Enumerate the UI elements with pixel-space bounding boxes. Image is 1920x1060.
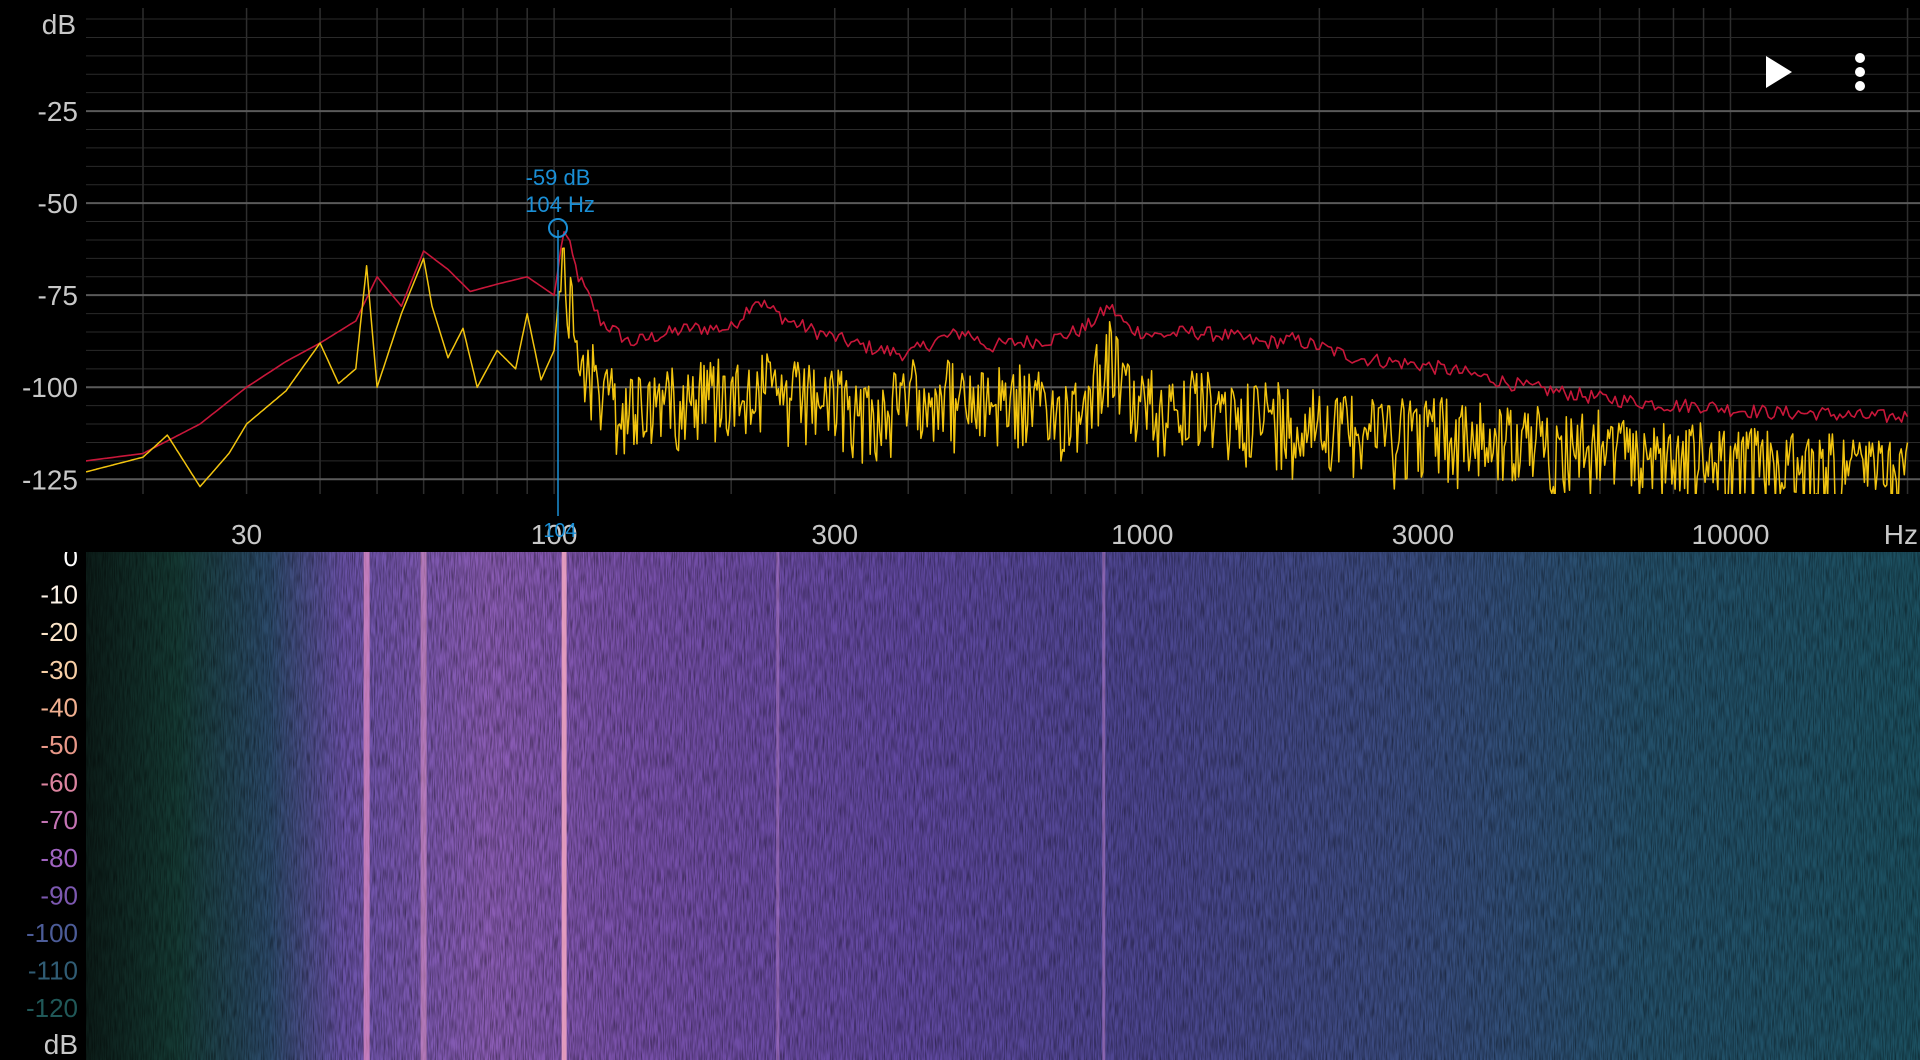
x-tick-label: 1000 (1111, 519, 1173, 550)
spectrogram-tone-line (1102, 552, 1106, 1060)
play-button[interactable] (1760, 52, 1796, 92)
spectrogram-unit: dB (44, 1029, 78, 1060)
spectrogram-tone-line (420, 552, 427, 1060)
peak-hz-label: 104 Hz (525, 192, 595, 217)
spectrogram-scale-label: -60 (40, 768, 78, 798)
spectrogram-tone-line (561, 552, 567, 1060)
peak-db-label: -59 dB (526, 165, 591, 190)
x-tick-label: 300 (811, 519, 858, 550)
spectrogram-scale-label: -80 (40, 843, 78, 873)
spectrogram-noise (86, 552, 1920, 1060)
spectrum-panel: -25 -50 -75 -100 -125 30 100 300 1000 3000 10000 … (0, 0, 1920, 552)
spectrogram-tone-line (776, 552, 780, 1060)
y-axis-unit: dB (42, 9, 76, 40)
y-tick-label: -75 (38, 280, 78, 311)
peak-axis-label: 104 (543, 520, 576, 542)
spectrogram-scale-label: 0 (64, 552, 78, 572)
y-tick-label: -50 (38, 188, 78, 219)
y-tick-label: -100 (22, 372, 78, 403)
spectrogram-scale-label: -10 (40, 580, 78, 610)
spectrogram-scale-label: -50 (40, 730, 78, 760)
x-tick-label: 10000 (1692, 519, 1770, 550)
more-vert-icon (1855, 53, 1865, 91)
spectrogram[interactable]: 0 -10 -20 -30 -40 -50 -60 -70 -80 -90 -100 -110 -120… (0, 552, 1920, 1060)
spectrogram-scale-label: -70 (40, 805, 78, 835)
spectrogram-scale-label: -110 (28, 956, 78, 986)
x-tick-label: 3000 (1392, 519, 1454, 550)
spectrogram-scale-label: -40 (40, 692, 78, 722)
more-options-button[interactable] (1842, 50, 1878, 94)
spectrogram-scale-label: -90 (40, 880, 78, 910)
spectrogram-scale-label: -120 (26, 993, 78, 1023)
x-axis-unit: Hz (1884, 519, 1918, 550)
spectrogram-panel: 0 -10 -20 -30 -40 -50 -60 -70 -80 -90 -100 -110 -120… (0, 552, 1920, 1060)
y-tick-label: -125 (22, 464, 78, 495)
play-icon (1766, 56, 1792, 88)
spectrogram-scale-label: -20 (40, 617, 78, 647)
x-tick-label: 30 (231, 519, 262, 550)
spectrum-chart[interactable]: -25-50-75-100-125 30 100 300 1000 3000 10000 … (0, 0, 1920, 552)
spectrogram-scale-label: -30 (40, 655, 78, 685)
spectrogram-tone-line (363, 552, 370, 1060)
y-tick-label: -25 (38, 96, 78, 127)
spectrogram-scale-label: -100 (26, 918, 78, 948)
